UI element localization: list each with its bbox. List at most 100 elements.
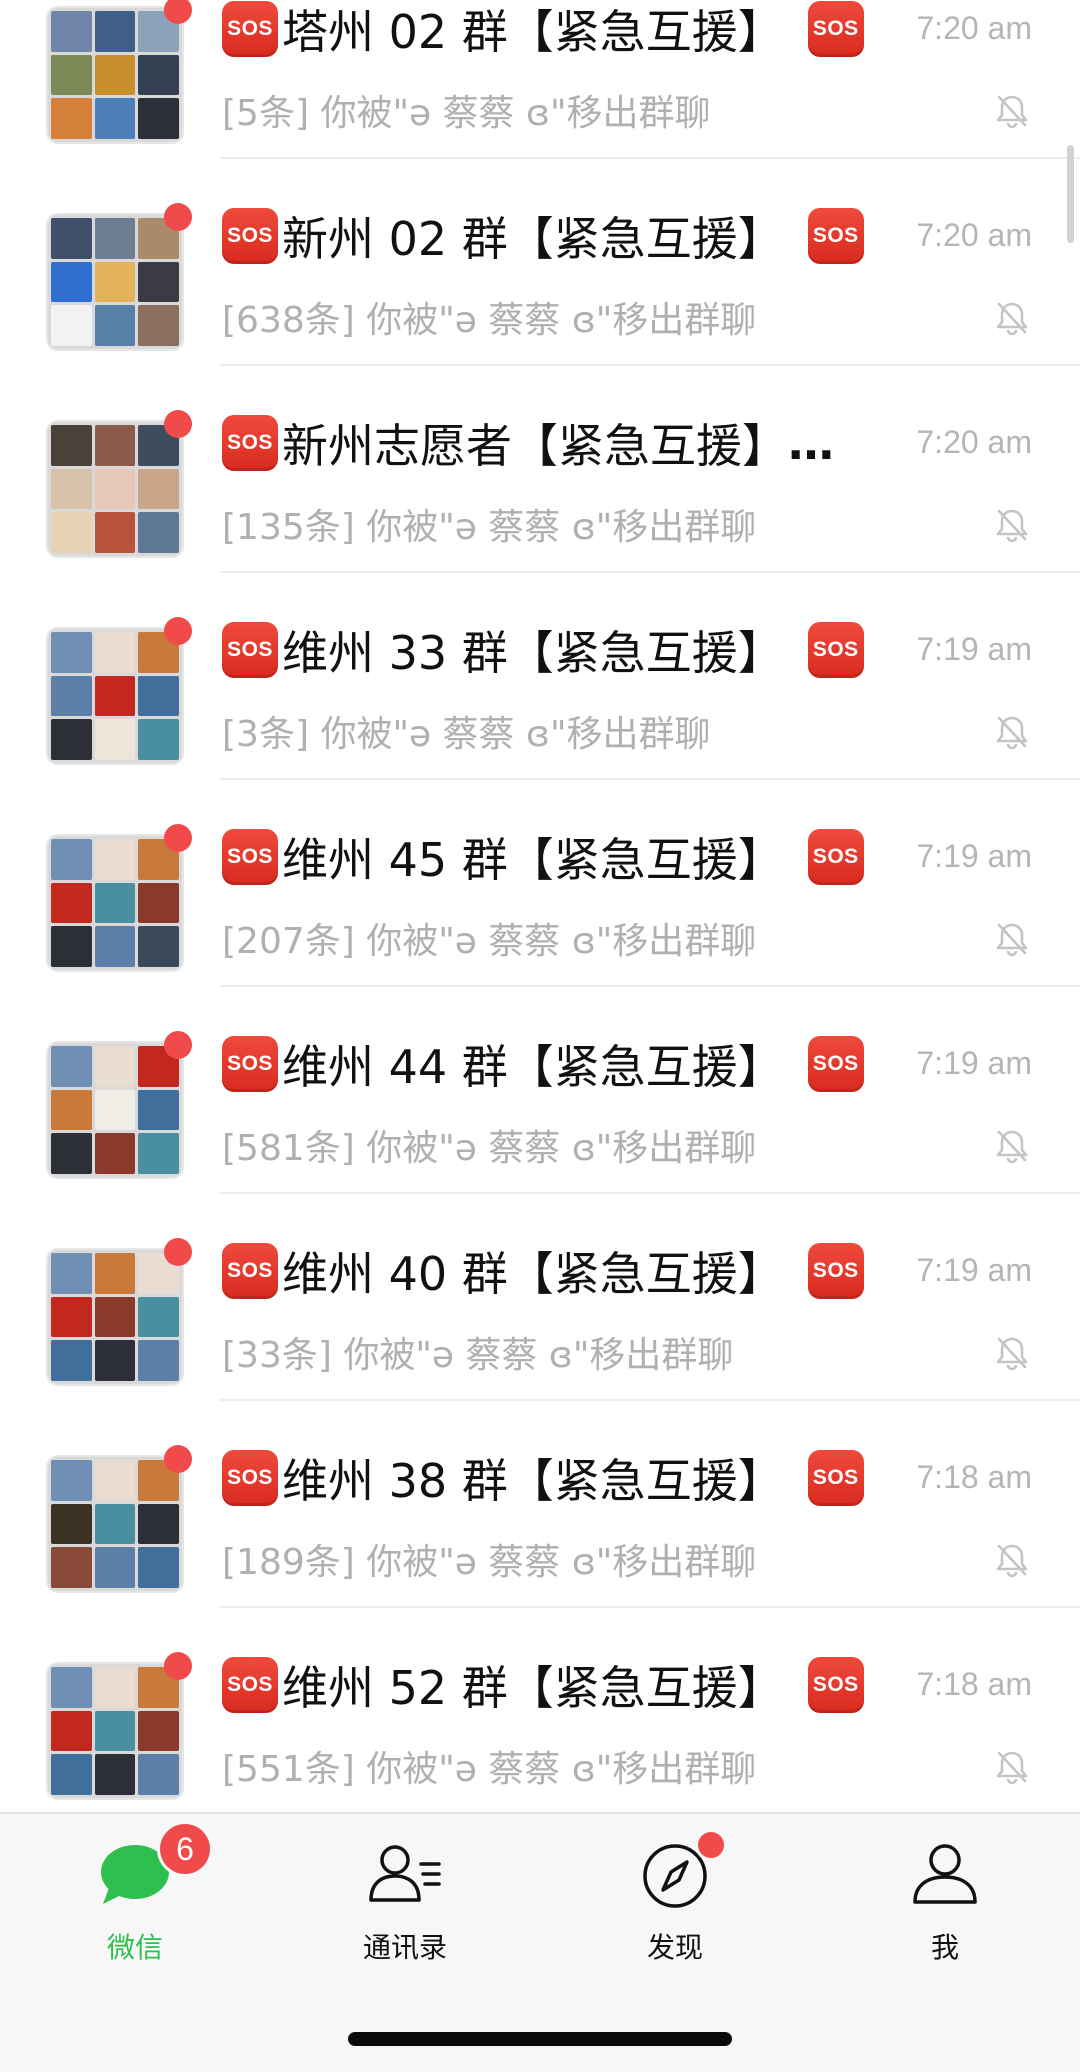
unread-count-badge: 6 xyxy=(160,1824,210,1874)
unread-dot xyxy=(164,1031,192,1059)
chat-title-line: SOS 维州 33 群【紧急互援】 SOS xyxy=(222,615,864,685)
sos-icon: SOS xyxy=(222,1243,278,1299)
unread-dot xyxy=(164,824,192,852)
tab-me[interactable]: 我 xyxy=(810,1814,1080,1964)
sos-icon: SOS xyxy=(222,1450,278,1506)
sos-icon: SOS xyxy=(222,208,278,264)
unread-dot xyxy=(164,1238,192,1266)
group-avatar xyxy=(48,215,182,349)
tab-discover[interactable]: 发现 xyxy=(540,1814,810,1964)
chat-preview: [207条] 你被"ə 蔡蔡 ɞ"移出群聊 xyxy=(222,921,757,962)
chat-time: 7:19 am xyxy=(916,1252,1032,1288)
group-avatar xyxy=(48,836,182,970)
chat-row[interactable]: SOS 维州 52 群【紧急互援】 SOS 7:18 am [551条] 你被"… xyxy=(0,1608,1080,1812)
chat-preview: [551条] 你被"ə 蔡蔡 ɞ"移出群聊 xyxy=(222,1749,757,1790)
muted-bell-icon xyxy=(996,509,1028,543)
chat-preview: [135条] 你被"ə 蔡蔡 ɞ"移出群聊 xyxy=(222,507,757,548)
chat-title-line: SOS 维州 44 群【紧急互援】 SOS xyxy=(222,1029,864,1099)
group-avatar xyxy=(48,1457,182,1591)
group-avatar xyxy=(48,1250,182,1384)
chat-title: 维州 52 群【紧急互援】 xyxy=(282,1661,784,1715)
chat-title-line: SOS 维州 40 群【紧急互援】 SOS xyxy=(222,1236,864,1306)
chat-title-line: SOS 维州 38 群【紧急互援】 SOS xyxy=(222,1443,864,1513)
chat-time: 7:18 am xyxy=(916,1459,1032,1495)
new-content-dot xyxy=(698,1832,724,1858)
sos-icon: SOS xyxy=(807,1450,864,1506)
chat-list: SOS 塔州 02 群【紧急互援】 SOS 7:20 am [5条] 你被"ə … xyxy=(0,0,1080,1812)
muted-bell-icon xyxy=(996,716,1028,750)
sos-icon: SOS xyxy=(222,1036,278,1092)
unread-dot xyxy=(164,1445,192,1473)
sos-icon: SOS xyxy=(807,1243,864,1299)
chat-row[interactable]: SOS 维州 38 群【紧急互援】 SOS 7:18 am [189条] 你被"… xyxy=(0,1401,1080,1608)
chat-preview: [581条] 你被"ə 蔡蔡 ɞ"移出群聊 xyxy=(222,1128,757,1169)
chat-preview: [3条] 你被"ə 蔡蔡 ɞ"移出群聊 xyxy=(222,714,711,755)
unread-dot xyxy=(164,203,192,231)
sos-icon: SOS xyxy=(222,622,278,678)
chat-row[interactable]: SOS 维州 33 群【紧急互援】 SOS 7:19 am [3条] 你被"ə … xyxy=(0,573,1080,780)
chat-row[interactable]: SOS 维州 44 群【紧急互援】 SOS 7:19 am [581条] 你被"… xyxy=(0,987,1080,1194)
chat-title: 维州 40 群【紧急互援】 xyxy=(282,1247,784,1301)
sos-icon: SOS xyxy=(807,829,864,885)
tab-label: 发现 xyxy=(646,1931,703,1964)
chat-time: 7:20 am xyxy=(916,10,1032,46)
muted-bell-icon xyxy=(996,1130,1028,1164)
chat-title-line: SOS 新州 02 群【紧急互援】 SOS xyxy=(222,201,864,271)
wechat-chat-list-screen: SOS 塔州 02 群【紧急互援】 SOS 7:20 am [5条] 你被"ə … xyxy=(0,0,1080,2072)
chat-title: 维州 44 群【紧急互援】 xyxy=(282,1040,784,1094)
chat-time: 7:20 am xyxy=(916,424,1032,460)
tab-label: 微信 xyxy=(106,1931,163,1964)
group-avatar xyxy=(48,629,182,763)
chat-row[interactable]: SOS 塔州 02 群【紧急互援】 SOS 7:20 am [5条] 你被"ə … xyxy=(0,0,1080,159)
chat-time: 7:19 am xyxy=(916,1045,1032,1081)
scrollbar[interactable] xyxy=(1067,145,1074,243)
tab-contacts[interactable]: 通讯录 xyxy=(270,1814,540,1964)
chat-time: 7:19 am xyxy=(916,838,1032,874)
group-avatar xyxy=(48,422,182,556)
sos-icon: SOS xyxy=(222,1657,278,1713)
sos-icon: SOS xyxy=(222,829,278,885)
chat-title-line: SOS 维州 45 群【紧急互援】 SOS xyxy=(222,822,864,892)
chat-row[interactable]: SOS 新州 02 群【紧急互援】 SOS 7:20 am [638条] 你被"… xyxy=(0,159,1080,366)
chat-time: 7:20 am xyxy=(916,217,1032,253)
sos-icon: SOS xyxy=(807,1036,864,1092)
muted-bell-icon xyxy=(996,1337,1028,1371)
chat-preview: [33条] 你被"ə 蔡蔡 ɞ"移出群聊 xyxy=(222,1335,734,1376)
chat-title-line: SOS 维州 52 群【紧急互援】 SOS xyxy=(222,1650,864,1720)
muted-bell-icon xyxy=(996,1544,1028,1578)
tab-chats[interactable]: 6 微信 xyxy=(0,1814,270,1964)
home-indicator[interactable] xyxy=(348,2032,732,2046)
unread-dot xyxy=(164,1652,192,1680)
chat-row[interactable]: SOS 维州 40 群【紧急互援】 SOS 7:19 am [33条] 你被"ə… xyxy=(0,1194,1080,1401)
sos-icon: SOS xyxy=(222,1,278,57)
chat-title: 维州 33 群【紧急互援】 xyxy=(282,626,784,680)
group-avatar xyxy=(48,1043,182,1177)
chat-title-line: SOS 新州志愿者【紧急互援】 … xyxy=(222,408,834,478)
unread-dot xyxy=(164,617,192,645)
sos-icon: SOS xyxy=(807,622,864,678)
sos-icon: SOS xyxy=(807,1657,864,1713)
unread-dot xyxy=(164,0,192,24)
chat-preview: [638条] 你被"ə 蔡蔡 ɞ"移出群聊 xyxy=(222,300,757,341)
muted-bell-icon xyxy=(996,1751,1028,1785)
chat-preview: [189条] 你被"ə 蔡蔡 ɞ"移出群聊 xyxy=(222,1542,757,1583)
contacts-icon xyxy=(369,1845,441,1902)
chat-title: 新州志愿者【紧急互援】 xyxy=(282,419,788,473)
chat-preview: [5条] 你被"ə 蔡蔡 ɞ"移出群聊 xyxy=(222,93,711,134)
group-avatar xyxy=(48,1664,182,1798)
chat-title: 塔州 02 群【紧急互援】 xyxy=(282,5,784,59)
group-avatar xyxy=(48,8,182,142)
chat-title: 新州 02 群【紧急互援】 xyxy=(282,212,784,266)
chat-row[interactable]: SOS 维州 45 群【紧急互援】 SOS 7:19 am [207条] 你被"… xyxy=(0,780,1080,987)
chat-title: 维州 45 群【紧急互援】 xyxy=(282,833,784,887)
chat-time: 7:19 am xyxy=(916,631,1032,667)
chat-time: 7:18 am xyxy=(916,1666,1032,1702)
chat-title-line: SOS 塔州 02 群【紧急互援】 SOS xyxy=(222,0,864,64)
sos-icon: SOS xyxy=(222,415,278,471)
muted-bell-icon xyxy=(996,302,1028,336)
chat-row[interactable]: SOS 新州志愿者【紧急互援】 … 7:20 am [135条] 你被"ə 蔡蔡… xyxy=(0,366,1080,573)
title-ellipsis: … xyxy=(788,416,834,470)
sos-icon: SOS xyxy=(807,208,864,264)
tab-label: 我 xyxy=(930,1931,959,1964)
tab-label: 通讯录 xyxy=(362,1931,447,1964)
